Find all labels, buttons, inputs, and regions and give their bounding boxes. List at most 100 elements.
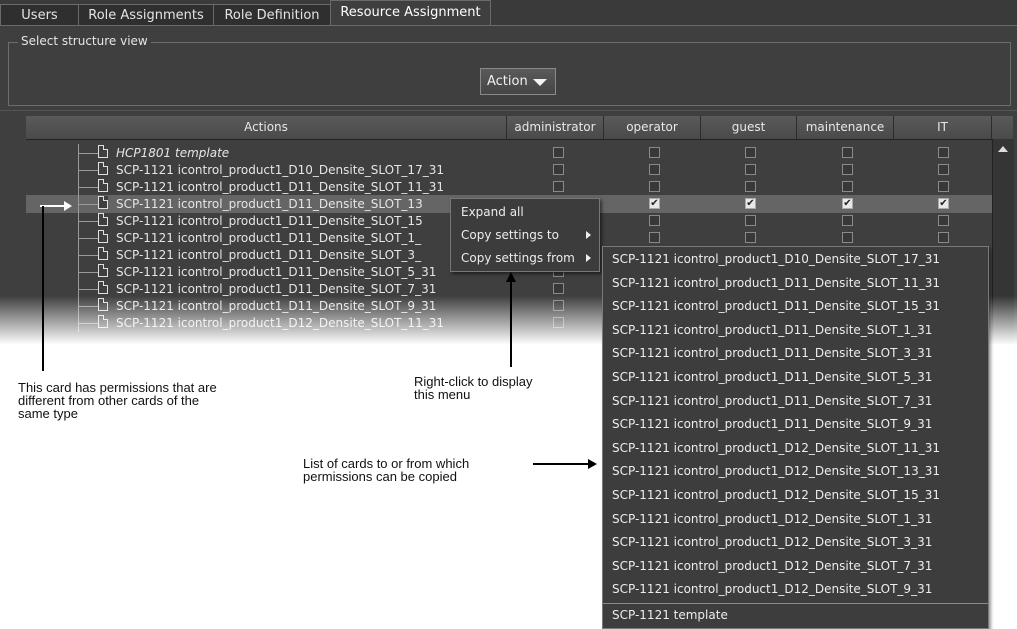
permission-checkbox[interactable]: [649, 164, 660, 175]
submenu-item[interactable]: SCP-1121 icontrol_product1_D10_Densite_S…: [603, 248, 988, 271]
tab-role-assignments[interactable]: Role Assignments: [78, 4, 214, 25]
chevron-right-icon: [586, 254, 591, 262]
table-row[interactable]: SCP-1121 icontrol_product1_D11_Densite_S…: [26, 178, 992, 196]
table-header: Actions administrator operator guest mai…: [26, 116, 1013, 140]
permission-checkbox[interactable]: [553, 164, 564, 175]
menu-item-label: Copy settings from: [461, 251, 575, 265]
permission-checkbox[interactable]: [842, 164, 853, 175]
chevron-right-icon: [586, 231, 591, 239]
document-icon: [98, 281, 108, 294]
scroll-up-icon[interactable]: [998, 146, 1008, 152]
submenu-item[interactable]: SCP-1121 icontrol_product1_D11_Densite_S…: [603, 295, 988, 318]
permission-checkbox[interactable]: [842, 181, 853, 192]
permission-checkbox[interactable]: [842, 147, 853, 158]
submenu-item[interactable]: SCP-1121 icontrol_product1_D12_Densite_S…: [603, 555, 988, 578]
submenu-item[interactable]: SCP-1121 icontrol_product1_D11_Densite_S…: [603, 272, 988, 295]
tree-connector: [78, 229, 98, 247]
submenu-item[interactable]: SCP-1121 icontrol_product1_D11_Densite_S…: [603, 413, 988, 436]
menu-item-label: Copy settings to: [461, 228, 559, 242]
row-label: HCP1801 template: [116, 146, 230, 160]
tab-divider: [0, 25, 1017, 26]
submenu-item[interactable]: SCP-1121 icontrol_product1_D11_Densite_S…: [603, 390, 988, 413]
column-header-operator[interactable]: operator: [604, 116, 701, 139]
tree-connector: [78, 246, 98, 264]
permission-checkbox[interactable]: [745, 232, 756, 243]
menu-item-label: Expand all: [461, 205, 524, 219]
permission-checkbox[interactable]: [842, 232, 853, 243]
permission-checkbox[interactable]: [649, 181, 660, 192]
divider: [0, 110, 1017, 111]
row-label: SCP-1121 icontrol_product1_D12_Densite_S…: [116, 316, 444, 330]
permission-checkbox[interactable]: [938, 215, 949, 226]
permission-checkbox[interactable]: [745, 164, 756, 175]
structure-view-label: Select structure view: [18, 34, 151, 49]
permission-checkbox[interactable]: ✔: [745, 198, 756, 209]
submenu-item[interactable]: SCP-1121 icontrol_product1_D11_Densite_S…: [603, 342, 988, 365]
column-header-actions[interactable]: Actions: [26, 116, 507, 139]
tree-connector: [78, 263, 98, 281]
submenu-item[interactable]: SCP-1121 icontrol_product1_D12_Densite_S…: [603, 460, 988, 483]
column-header-guest[interactable]: guest: [701, 116, 797, 139]
permission-checkbox[interactable]: [745, 181, 756, 192]
row-label: SCP-1121 icontrol_product1_D11_Densite_S…: [116, 214, 423, 228]
permission-checkbox[interactable]: [745, 147, 756, 158]
document-icon: [98, 247, 108, 260]
context-menu: Expand all Copy settings to Copy setting…: [450, 198, 600, 272]
row-label: SCP-1121 icontrol_product1_D10_Densite_S…: [116, 163, 444, 177]
callout-text-line: same type: [18, 406, 78, 421]
submenu-item[interactable]: SCP-1121 icontrol_product1_D12_Densite_S…: [603, 484, 988, 507]
menu-item-expand-all[interactable]: Expand all: [451, 201, 599, 223]
tree-connector: [78, 144, 98, 162]
permission-checkbox[interactable]: [649, 147, 660, 158]
permission-checkbox[interactable]: [842, 215, 853, 226]
tab-users[interactable]: Users: [0, 4, 79, 25]
copy-settings-submenu: SCP-1121 icontrol_product1_D10_Densite_S…: [602, 246, 989, 629]
row-label: SCP-1121 icontrol_product1_D11_Densite_S…: [116, 180, 444, 194]
tree-connector: [78, 212, 98, 230]
permission-checkbox[interactable]: ✔: [938, 198, 949, 209]
permission-checkbox[interactable]: [553, 181, 564, 192]
submenu-item[interactable]: SCP-1121 icontrol_product1_D12_Densite_S…: [603, 508, 988, 531]
tab-role-definition[interactable]: Role Definition: [213, 4, 331, 25]
vertical-scrollbar[interactable]: [992, 139, 1014, 345]
tab-bar: Users Role Assignments Role Definition R…: [0, 0, 1017, 26]
tab-resource-assignment[interactable]: Resource Assignment: [330, 0, 491, 26]
permission-checkbox[interactable]: [745, 215, 756, 226]
permission-checkbox[interactable]: [553, 283, 564, 294]
permission-checkbox[interactable]: [938, 147, 949, 158]
menu-item-copy-settings-to[interactable]: Copy settings to: [451, 224, 599, 246]
row-label: SCP-1121 icontrol_product1_D11_Densite_S…: [116, 299, 437, 313]
permission-checkbox[interactable]: [553, 317, 564, 328]
tree-connector: [78, 195, 98, 213]
submenu-item[interactable]: SCP-1121 icontrol_product1_D12_Densite_S…: [603, 437, 988, 460]
callout-text-line: permissions can be copied: [303, 469, 457, 484]
chevron-down-icon: [533, 79, 547, 86]
column-header-it[interactable]: IT: [894, 116, 992, 139]
permission-checkbox[interactable]: [938, 164, 949, 175]
menu-item-copy-settings-from[interactable]: Copy settings from: [451, 247, 599, 269]
row-label: SCP-1121 icontrol_product1_D11_Densite_S…: [116, 282, 437, 296]
document-icon: [98, 213, 108, 226]
submenu-item-template[interactable]: SCP-1121 template: [603, 604, 988, 627]
permission-checkbox[interactable]: ✔: [842, 198, 853, 209]
submenu-item[interactable]: SCP-1121 icontrol_product1_D12_Densite_S…: [603, 578, 988, 601]
permission-checkbox[interactable]: [553, 147, 564, 158]
row-label: SCP-1121 icontrol_product1_D11_Densite_S…: [116, 248, 422, 262]
permission-checkbox[interactable]: [649, 232, 660, 243]
permission-checkbox[interactable]: [938, 232, 949, 243]
column-header-administrator[interactable]: administrator: [507, 116, 604, 139]
document-icon: [98, 230, 108, 243]
table-row[interactable]: SCP-1121 icontrol_product1_D10_Densite_S…: [26, 161, 992, 179]
document-icon: [98, 298, 108, 311]
submenu-item[interactable]: SCP-1121 icontrol_product1_D11_Densite_S…: [603, 366, 988, 389]
table-row[interactable]: HCP1801 template: [26, 144, 992, 162]
permission-checkbox[interactable]: [553, 300, 564, 311]
column-header-maintenance[interactable]: maintenance: [797, 116, 894, 139]
submenu-item[interactable]: SCP-1121 icontrol_product1_D11_Densite_S…: [603, 319, 988, 342]
submenu-item[interactable]: SCP-1121 icontrol_product1_D12_Densite_S…: [603, 531, 988, 554]
permission-checkbox[interactable]: [938, 181, 949, 192]
structure-view-value: Action: [487, 74, 528, 89]
structure-view-dropdown[interactable]: Action: [480, 68, 556, 95]
permission-checkbox[interactable]: [649, 215, 660, 226]
permission-checkbox[interactable]: ✔: [649, 198, 660, 209]
